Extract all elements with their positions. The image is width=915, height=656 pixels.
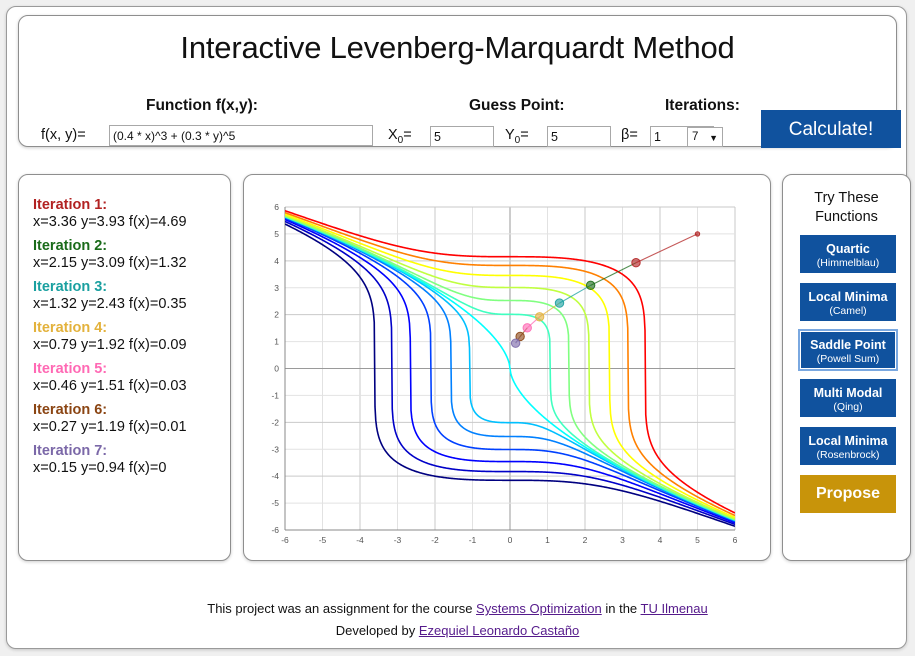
iteration-values: x=2.15 y=3.09 f(x)=1.32 <box>33 255 187 271</box>
x-tick-label: 0 <box>508 535 513 545</box>
function-preset-subname: (Himmelblau) <box>816 257 880 269</box>
function-preset-name: Local Minima <box>808 434 888 448</box>
iteration-label: Iteration 3: <box>33 279 108 295</box>
header-panel: Interactive Levenberg-Marquardt Method F… <box>18 15 901 148</box>
function-preset-subname: (Qing) <box>833 401 863 413</box>
y-tick-label: -2 <box>271 417 279 427</box>
iteration-label: Iteration 2: <box>33 238 108 254</box>
y-tick-label: 2 <box>274 310 279 320</box>
iteration-values: x=0.15 y=0.94 f(x)=0 <box>33 460 167 476</box>
function-preset-name: Propose <box>815 485 880 502</box>
calculate-button[interactable]: Calculate! <box>761 110 901 148</box>
x-tick-label: -2 <box>431 535 439 545</box>
try-functions-title-line2: Functions <box>815 209 878 225</box>
iteration-label: Iteration 1: <box>33 197 108 213</box>
function-preset-name: Local Minima <box>808 290 888 304</box>
x-tick-label: 4 <box>658 535 663 545</box>
function-preset-button[interactable]: Quartic (Himmelblau) <box>800 235 896 273</box>
function-preset-button[interactable]: Multi Modal (Qing) <box>800 379 896 417</box>
iteration-values: x=0.27 y=1.19 f(x)=0.01 <box>33 419 187 435</box>
iteration-point-marker <box>585 280 596 291</box>
app-window: Interactive Levenberg-Marquardt Method F… <box>6 6 911 649</box>
function-preset-button[interactable]: Local Minima (Rosenbrock) <box>800 427 896 465</box>
x-tick-label: 3 <box>620 535 625 545</box>
iteration-label: Iteration 4: <box>33 320 108 336</box>
footer-text-pre: This project was an assignment for the c… <box>207 601 477 616</box>
iteration-path-segment <box>635 233 698 264</box>
footer: This project was an assignment for the c… <box>18 585 897 643</box>
y-tick-label: 6 <box>274 202 279 212</box>
function-preset-subname: (Rosenbrock) <box>816 449 880 461</box>
x-tick-label: -1 <box>469 535 477 545</box>
function-preset-name: Quartic <box>826 242 870 256</box>
x-tick-label: -3 <box>394 535 402 545</box>
iteration-values: x=1.32 y=2.43 f(x)=0.35 <box>33 296 187 312</box>
y-tick-label: -6 <box>271 525 279 535</box>
function-preset-button[interactable]: Saddle Point (Powell Sum) <box>798 329 898 371</box>
iteration-point-marker <box>510 338 521 348</box>
iteration-path-segment <box>590 262 637 286</box>
iteration-point-marker <box>554 298 565 308</box>
iteration-label: Iteration 5: <box>33 361 108 377</box>
y-tick-label: -3 <box>271 444 279 454</box>
function-input[interactable] <box>109 125 373 146</box>
iterations-results-panel: Iteration 1: x=3.36 y=3.93 f(x)=4.69 Itera… <box>18 174 231 561</box>
x-tick-label: -5 <box>319 535 327 545</box>
chevron-down-icon: ▼ <box>709 133 718 143</box>
x0-input[interactable] <box>430 126 494 147</box>
iterations-select[interactable]: 7 ▼ <box>687 127 723 147</box>
tu-ilmenau-link[interactable]: TU Ilmenau <box>641 601 708 616</box>
function-preset-subname: (Camel) <box>829 305 867 317</box>
plot-panel[interactable]: -6 -5 -4 -3 -2 -1 0 1 2 3 4 5 6 -6 -5 -4 -3 -2 -1 0 1 2 3 4 5 6 <box>243 174 771 561</box>
y0-label: Y0= <box>505 127 529 146</box>
contour-plot[interactable]: -6 -5 -4 -3 -2 -1 0 1 2 3 4 5 6 -6 -5 -4 -3 -2 -1 0 1 2 3 4 5 6 <box>244 175 770 560</box>
function-preset-button[interactable]: Propose <box>800 475 896 513</box>
iteration-values: x=0.46 y=1.51 f(x)=0.03 <box>33 378 187 394</box>
try-functions-title-line1: Try These <box>814 190 879 206</box>
y-tick-label: 5 <box>274 229 279 239</box>
page-title: Interactive Levenberg-Marquardt Method <box>180 30 735 65</box>
y-tick-label: -4 <box>271 471 279 481</box>
iteration-point-marker <box>631 258 641 268</box>
x-tick-label: 5 <box>695 535 700 545</box>
iterations-section-label: Iterations: <box>665 97 740 114</box>
y0-input[interactable] <box>547 126 611 147</box>
y-tick-label: -1 <box>271 390 279 400</box>
x-tick-label: 1 <box>545 535 550 545</box>
x-tick-label: -6 <box>281 535 289 545</box>
x-tick-label: 6 <box>733 535 738 545</box>
beta-label: β= <box>621 127 638 143</box>
x0-label: X0= <box>388 127 412 146</box>
footer-line-2: Developed by Ezequiel Leonardo Castaño <box>18 620 897 642</box>
y-tick-label: 0 <box>274 364 279 374</box>
fxy-prefix-label: f(x, y)= <box>41 127 86 143</box>
footer-line-1: This project was an assignment for the c… <box>18 598 897 620</box>
iteration-point-marker <box>534 312 545 322</box>
function-section-label: Function f(x,y): <box>146 97 258 114</box>
try-functions-title: Try These Functions <box>783 189 910 227</box>
footer-developed-by: Developed by <box>335 623 419 638</box>
iteration-point-marker <box>694 231 701 237</box>
y-tick-label: 4 <box>274 256 279 266</box>
guess-point-section-label: Guess Point: <box>469 97 565 114</box>
author-link[interactable]: Ezequiel Leonardo Castaño <box>419 623 579 638</box>
function-preset-subname: (Powell Sum) <box>816 353 880 365</box>
y-tick-label: 3 <box>274 283 279 293</box>
y-tick-label: -5 <box>271 498 279 508</box>
try-functions-panel: Try These Functions Quartic (Himmelblau) L… <box>782 174 911 561</box>
systems-optimization-link[interactable]: Systems Optimization <box>476 601 602 616</box>
iteration-values: x=0.79 y=1.92 f(x)=0.09 <box>33 337 187 353</box>
iterations-select-value: 7 <box>692 131 699 143</box>
function-preset-name: Multi Modal <box>813 386 883 400</box>
x-tick-label: -4 <box>356 535 364 545</box>
function-preset-button[interactable]: Local Minima (Camel) <box>800 283 896 321</box>
iteration-label: Iteration 7: <box>33 443 108 459</box>
iteration-point-marker <box>522 323 532 333</box>
iteration-values: x=3.36 y=3.93 f(x)=4.69 <box>33 214 187 230</box>
footer-text-mid: in the <box>601 601 641 616</box>
function-preset-name: Saddle Point <box>810 338 886 352</box>
x-tick-label: 2 <box>583 535 588 545</box>
y-tick-label: 1 <box>274 337 279 347</box>
iteration-label: Iteration 6: <box>33 402 108 418</box>
